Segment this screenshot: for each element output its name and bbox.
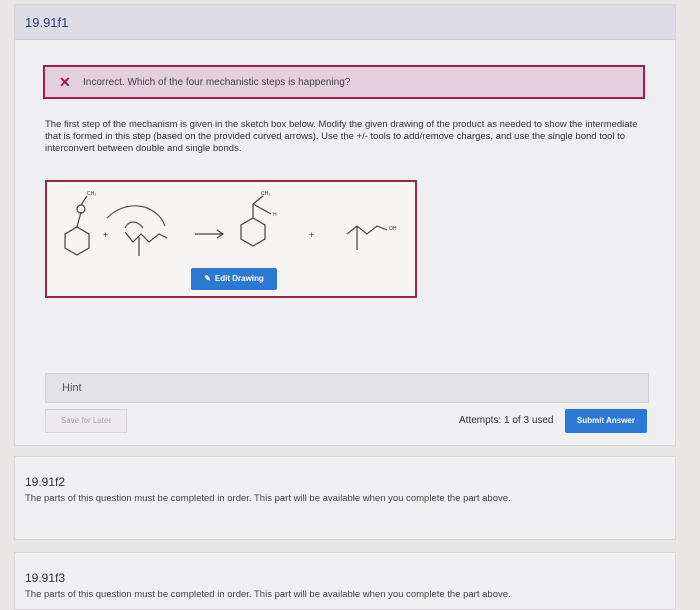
label-ch3-left: CH₃ [87,191,96,197]
part-title: 19.91f2 [25,475,66,489]
feedback-message: Incorrect. Which of the four mechanistic… [83,77,351,88]
edit-drawing-button[interactable]: ✎ Edit Drawing [191,268,277,290]
label-plus-2: + [309,230,314,240]
attempts-counter: Attempts: 1 of 3 used [459,415,554,426]
question-part-2: 19.91f2 The parts of this question must … [14,456,676,540]
alcohol-chain-1 [124,231,168,243]
part-title: 19.91f3 [25,571,66,585]
part-header: 19.91f1 [15,5,675,40]
label-h: H [273,212,277,218]
sketch-box[interactable]: CH₃ CH₃ H OH + + ✎ Edit Drawing [45,180,417,298]
submit-answer-button[interactable]: Submit Answer [565,409,647,433]
hint-label: Hint [62,382,82,394]
question-part-3: 19.91f3 The parts of this question must … [14,552,676,610]
hint-button[interactable]: Hint [45,373,649,403]
locked-message: The parts of this question must be compl… [25,493,511,504]
label-oh: OH [389,226,397,232]
left-ring [64,226,90,256]
part-title: 19.91f1 [25,15,69,30]
alcohol-chain-2 [346,225,388,235]
edit-drawing-label: Edit Drawing [214,274,264,283]
question-part-1: 19.91f1 ✕ Incorrect. Which of the four m… [14,4,676,446]
save-for-later-button[interactable]: Save for Later [45,409,127,433]
feedback-banner: ✕ Incorrect. Which of the four mechanist… [43,65,645,99]
locked-message: The parts of this question must be compl… [25,589,511,600]
label-plus-1: + [103,230,108,240]
instructions-text: The first step of the mechanism is given… [45,119,638,154]
product-ring [240,217,266,247]
close-icon: ✕ [59,74,71,90]
pencil-icon: ✎ [204,274,211,283]
label-ch3-right: CH₃ [261,191,270,197]
